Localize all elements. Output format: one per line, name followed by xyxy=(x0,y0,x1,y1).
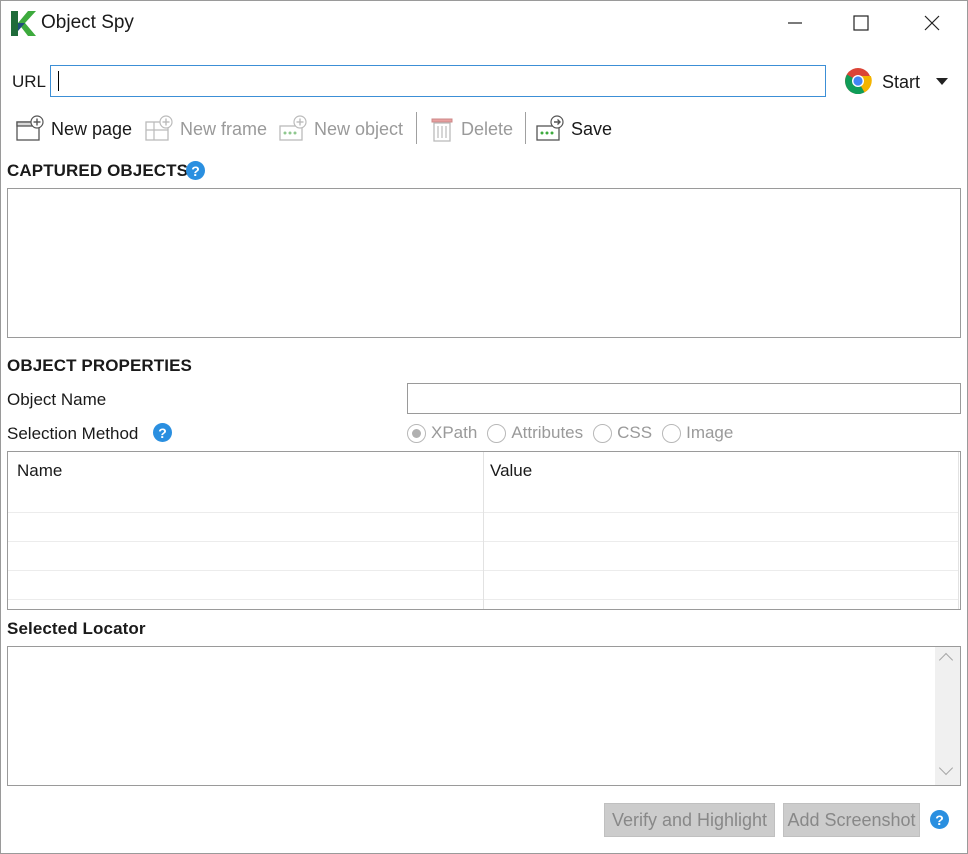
start-button[interactable]: Start xyxy=(882,72,920,93)
katalon-logo-icon xyxy=(11,11,36,36)
close-button[interactable] xyxy=(904,0,960,46)
save-label: Save xyxy=(571,118,613,139)
help-icon[interactable]: ? xyxy=(186,161,205,180)
add-screenshot-button[interactable]: Add Screenshot xyxy=(783,803,920,837)
minimize-button[interactable] xyxy=(767,0,823,46)
radio-attributes[interactable]: Attributes xyxy=(487,423,583,443)
save-icon xyxy=(536,115,564,141)
object-name-input[interactable] xyxy=(407,383,961,414)
radio-button[interactable] xyxy=(593,423,613,443)
trash-icon xyxy=(431,118,453,142)
selected-locator-heading: Selected Locator xyxy=(7,619,146,638)
new-frame-button[interactable]: New frame xyxy=(144,112,267,146)
window-title: Object Spy xyxy=(41,12,134,33)
radio-label: Image xyxy=(686,423,734,442)
new-object-button[interactable]: New object xyxy=(278,112,403,146)
new-frame-icon xyxy=(145,115,173,141)
column-header-name[interactable]: Name xyxy=(17,461,62,481)
object-name-label: Object Name xyxy=(7,390,107,409)
new-object-icon xyxy=(279,115,307,141)
radio-label: XPath xyxy=(431,423,478,442)
radio-label: CSS xyxy=(617,423,653,442)
radio-label: Attributes xyxy=(511,423,584,442)
maximize-icon xyxy=(853,15,869,31)
url-input[interactable] xyxy=(50,65,826,97)
maximize-button[interactable] xyxy=(833,0,889,46)
new-page-button[interactable]: New page xyxy=(15,112,132,146)
column-divider xyxy=(483,452,484,609)
selection-method-label: Selection Method xyxy=(7,424,139,443)
close-icon xyxy=(924,15,940,31)
selection-method-radio-group: XPath Attributes CSS Image xyxy=(407,423,743,443)
new-frame-label: New frame xyxy=(180,118,268,139)
toolbar-divider xyxy=(416,112,417,144)
radio-button[interactable] xyxy=(407,423,426,443)
radio-button[interactable] xyxy=(662,423,682,443)
properties-table[interactable]: Name Value xyxy=(7,451,961,610)
text-caret xyxy=(58,71,59,91)
object-properties-heading: OBJECT PROPERTIES xyxy=(7,356,192,375)
column-header-value[interactable]: Value xyxy=(490,461,532,481)
chrome-icon[interactable] xyxy=(844,67,872,95)
delete-label: Delete xyxy=(461,118,514,139)
table-header: Name Value xyxy=(8,452,960,512)
save-button[interactable]: Save xyxy=(535,112,612,146)
url-label: URL xyxy=(12,72,47,91)
verify-and-highlight-button[interactable]: Verify and Highlight xyxy=(604,803,775,837)
radio-image[interactable]: Image xyxy=(662,423,733,443)
radio-button[interactable] xyxy=(487,423,507,443)
captured-objects-tree[interactable] xyxy=(7,188,961,338)
selected-locator-textarea[interactable] xyxy=(7,646,961,786)
radio-css[interactable]: CSS xyxy=(593,423,652,443)
help-icon[interactable]: ? xyxy=(153,423,172,442)
new-page-icon xyxy=(16,115,44,141)
minimize-icon xyxy=(788,22,802,24)
column-divider xyxy=(958,452,959,609)
toolbar-divider xyxy=(525,112,526,144)
scroll-down-icon[interactable] xyxy=(938,760,954,776)
delete-button[interactable]: Delete xyxy=(429,112,513,146)
help-icon[interactable]: ? xyxy=(930,810,949,829)
scroll-up-icon[interactable] xyxy=(938,652,954,668)
radio-xpath[interactable]: XPath xyxy=(407,423,477,443)
captured-objects-heading: CAPTURED OBJECTS xyxy=(7,161,189,180)
chevron-down-icon[interactable] xyxy=(936,78,948,85)
new-page-label: New page xyxy=(51,118,133,139)
new-object-label: New object xyxy=(314,118,404,139)
vertical-scrollbar[interactable] xyxy=(935,647,960,785)
